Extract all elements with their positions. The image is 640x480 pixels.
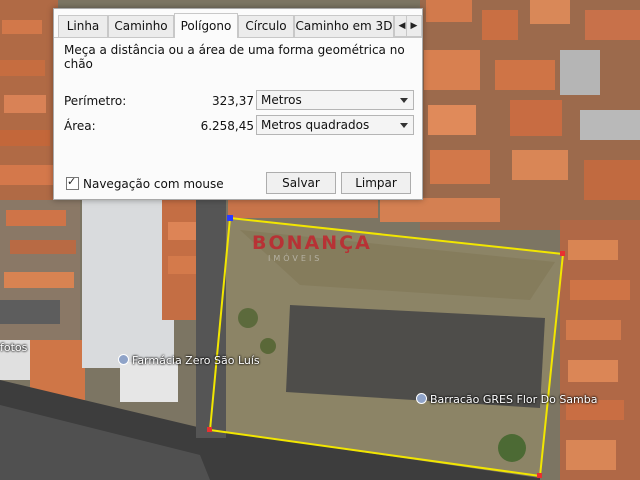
area-value: 6.258,45 <box>200 119 254 133</box>
area-label: Área: <box>64 119 96 133</box>
tab-scroll-right-icon[interactable]: ▶ <box>406 15 422 37</box>
tab-poligono[interactable]: Polígono <box>174 13 238 38</box>
tab-bar: Linha Caminho Polígono Círculo Caminho e… <box>54 13 422 38</box>
chevron-down-icon <box>400 98 408 103</box>
place-label-left: fotos <box>0 341 28 354</box>
perimeter-unit-select[interactable]: Metros <box>256 90 414 110</box>
map-pin-icon <box>416 393 427 404</box>
tab-caminho-3d[interactable]: Caminho em 3D <box>294 15 394 37</box>
save-button[interactable]: Salvar <box>266 172 336 194</box>
white-roof <box>82 196 174 368</box>
watermark-sub: IMÓVEIS <box>268 254 323 263</box>
mouse-nav-checkbox-row[interactable]: Navegação com mouse <box>66 175 224 191</box>
clear-button[interactable]: Limpar <box>341 172 411 194</box>
perimeter-value: 323,37 <box>212 94 254 108</box>
tab-caminho[interactable]: Caminho <box>108 15 174 37</box>
measure-description: Meça a distância ou a área de uma forma … <box>64 43 405 71</box>
watermark-brand: BONANÇA <box>252 232 372 254</box>
ruler-dialog: Linha Caminho Polígono Círculo Caminho e… <box>53 8 423 200</box>
perimeter-label: Perímetro: <box>64 94 127 108</box>
chevron-down-icon <box>400 123 408 128</box>
tab-circulo[interactable]: Círculo <box>238 15 294 37</box>
mouse-nav-label: Navegação com mouse <box>83 177 224 191</box>
map-pin-icon <box>118 354 129 365</box>
area-unit-select[interactable]: Metros quadrados <box>256 115 414 135</box>
mouse-nav-checkbox[interactable] <box>66 175 79 190</box>
place-label-warehouse[interactable]: Barracão GRES Flor Do Samba <box>416 393 597 406</box>
tab-linha[interactable]: Linha <box>58 15 108 37</box>
place-label-pharmacy[interactable]: Farmácia Zero São Luís <box>118 354 260 367</box>
